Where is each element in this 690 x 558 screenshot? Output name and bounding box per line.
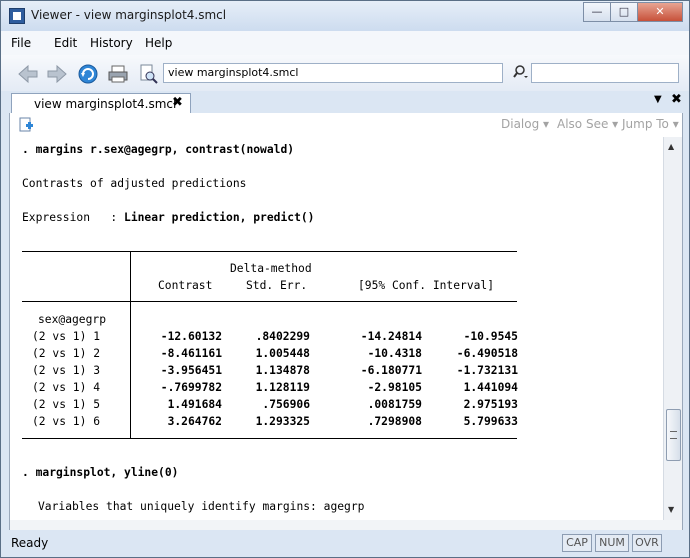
close-button[interactable]: ✕ (637, 2, 683, 22)
group-label-sex-agegrp: sex@agegrp (38, 313, 107, 326)
menu-help[interactable]: Help (145, 36, 172, 50)
close-viewer-icon[interactable]: ✖ (671, 92, 682, 107)
search-icon[interactable] (513, 64, 529, 80)
ci-high-value: -10.9545 (463, 330, 518, 343)
expression-line: Expression : Linear prediction, predict(… (22, 209, 314, 226)
contrast-value: 1.491684 (167, 398, 222, 411)
minimize-button[interactable]: — (583, 2, 611, 22)
print-icon[interactable] (107, 64, 129, 84)
ci-low-value: .0081759 (367, 398, 422, 411)
vertical-scrollbar[interactable]: ▲ ▼ (663, 137, 683, 520)
table-header-rule (22, 301, 517, 302)
main-toolbar: view marginsplot4.smcl (1, 55, 689, 91)
tab-close-icon[interactable]: ✖ (172, 95, 183, 110)
row-label: (2 vs 1) 1 (32, 330, 101, 343)
header-delta-method: Delta-method (230, 262, 312, 275)
ci-low-value: .7298908 (367, 415, 422, 428)
table-top-rule (22, 251, 517, 252)
ci-high-value: -6.490518 (456, 347, 518, 360)
ci-low-value: -2.98105 (367, 381, 422, 394)
horizontal-scroll-area (9, 520, 683, 530)
app-icon (9, 8, 25, 24)
row-label: (2 vs 1) 6 (32, 415, 101, 428)
ci-high-value: 2.975193 (463, 398, 518, 411)
row-label: (2 vs 1) 5 (32, 398, 101, 411)
menu-edit[interactable]: Edit (54, 36, 77, 50)
header-std-err: Std. Err. (246, 279, 308, 292)
forward-arrow-icon[interactable] (46, 64, 68, 84)
scroll-down-icon[interactable]: ▼ (668, 505, 674, 514)
command-line-margins: . margins r.sex@agegrp, contrast(nowald) (22, 143, 295, 156)
std-err-value: .8402299 (255, 330, 310, 343)
command-line-marginsplot: . marginsplot, yline(0) (22, 466, 179, 479)
scrollbar-thumb[interactable] (666, 409, 681, 461)
viewer-toolbar: Dialog ▾ Also See ▾ Jump To ▾ (9, 113, 683, 137)
command-address-field[interactable]: view marginsplot4.smcl (163, 63, 503, 83)
num-indicator: NUM (595, 534, 629, 552)
menu-bar: File Edit History Help (1, 31, 689, 55)
row-label: (2 vs 1) 3 (32, 364, 101, 377)
expression-value: Linear prediction, predict() (124, 211, 315, 224)
new-viewer-icon[interactable] (18, 117, 34, 133)
ci-low-value: -10.4318 (367, 347, 422, 360)
ci-low-value: -14.24814 (360, 330, 422, 343)
std-err-value: .756906 (262, 398, 310, 411)
scroll-up-icon[interactable]: ▲ (668, 142, 674, 151)
caps-indicator: CAP (562, 534, 592, 552)
maximize-button[interactable]: □ (610, 2, 638, 22)
viewer-content: . margins r.sex@agegrp, contrast(nowald)… (9, 137, 664, 520)
std-err-value: 1.005448 (255, 347, 310, 360)
ci-low-value: -6.180771 (360, 364, 422, 377)
output-heading: Contrasts of adjusted predictions (22, 177, 247, 190)
find-document-icon[interactable] (137, 64, 159, 84)
also-see-button[interactable]: Also See ▾ (557, 117, 618, 131)
row-label: (2 vs 1) 4 (32, 381, 101, 394)
back-arrow-icon[interactable] (17, 64, 39, 84)
tab-list-dropdown-icon[interactable]: ▼ (654, 94, 662, 105)
jump-to-button[interactable]: Jump To ▾ (622, 117, 679, 131)
status-bar: Ready CAP NUM OVR (1, 531, 689, 557)
ci-high-value: -1.732131 (456, 364, 518, 377)
contrast-value: -3.956451 (160, 364, 222, 377)
header-conf-interval: [95% Conf. Interval] (358, 279, 495, 292)
menu-history[interactable]: History (90, 36, 133, 50)
contrast-value: 3.264762 (167, 415, 222, 428)
variables-line: Variables that uniquely identify margins… (38, 500, 365, 513)
expression-label: Expression : (22, 211, 125, 224)
ovr-indicator: OVR (632, 534, 662, 552)
table-column-rule (130, 251, 131, 439)
viewer-window: Viewer - view marginsplot4.smcl — □ ✕ Fi… (0, 0, 690, 558)
menu-file[interactable]: File (11, 36, 31, 50)
header-contrast: Contrast (158, 279, 213, 292)
ci-high-value: 1.441094 (463, 381, 518, 394)
ci-high-value: 5.799633 (463, 415, 518, 428)
title-bar[interactable]: Viewer - view marginsplot4.smcl — □ ✕ (1, 1, 689, 31)
std-err-value: 1.293325 (255, 415, 310, 428)
dialog-button[interactable]: Dialog ▾ (501, 117, 549, 131)
tab-view-marginsplot4[interactable]: view marginsplot4.smcl ✖ (11, 93, 191, 114)
contrast-value: -.7699782 (160, 381, 222, 394)
contrast-value: -8.461161 (160, 347, 222, 360)
std-err-value: 1.134878 (255, 364, 310, 377)
refresh-icon[interactable] (77, 64, 99, 84)
window-title: Viewer - view marginsplot4.smcl (31, 8, 227, 22)
search-input[interactable] (531, 63, 679, 83)
row-label: (2 vs 1) 2 (32, 347, 101, 360)
std-err-value: 1.128119 (255, 381, 310, 394)
table-bottom-rule (22, 438, 517, 439)
contrast-value: -12.60132 (160, 330, 222, 343)
status-text: Ready (11, 536, 49, 550)
tab-label: view marginsplot4.smcl (34, 97, 177, 111)
tab-bar: view marginsplot4.smcl ✖ ▼ ✖ (1, 91, 689, 114)
